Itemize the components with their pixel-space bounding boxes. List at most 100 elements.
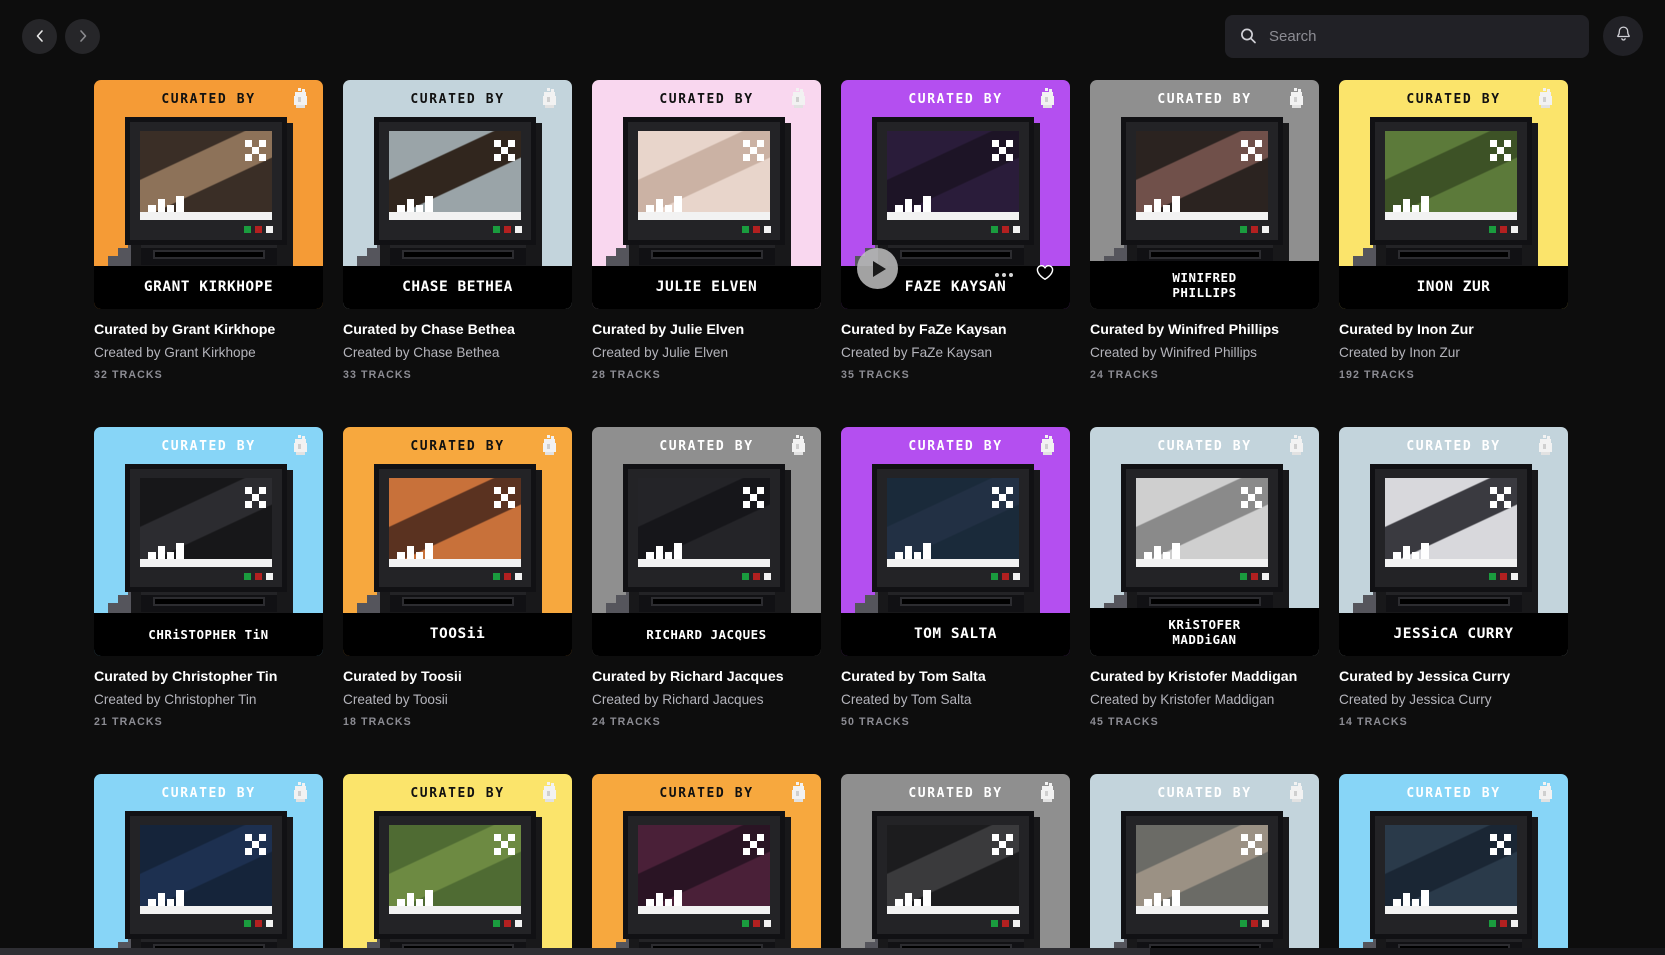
- playlist-card[interactable]: CURATED BY: [841, 774, 1070, 955]
- playlist-subtitle: Created by Toosii: [343, 692, 448, 707]
- playlist-track-count: 28 TRACKS: [592, 369, 661, 381]
- playlist-card[interactable]: CURATED BY: [94, 80, 323, 381]
- playlist-card[interactable]: CURATED BY: [1339, 774, 1568, 955]
- playlist-track-count: 21 TRACKS: [94, 716, 163, 728]
- playlist-card[interactable]: CURATED BY: [592, 427, 821, 728]
- curated-by-heading: CURATED BY: [1406, 92, 1501, 107]
- artist-photo: [389, 478, 521, 567]
- playlist-subtitle: Created by Winifred Phillips: [1090, 345, 1257, 360]
- playlist-subtitle: Created by Jessica Curry: [1339, 692, 1492, 707]
- playlist-subtitle: Created by Julie Elven: [592, 345, 729, 360]
- top-bar-actions: [1225, 14, 1643, 58]
- notifications-button[interactable]: [1603, 16, 1643, 56]
- playlist-card[interactable]: CURATED BY: [841, 80, 1070, 381]
- playlist-card[interactable]: CURATED BY: [1090, 80, 1319, 381]
- playlist-title: Curated by Chase Bethea: [343, 322, 515, 338]
- playlist-meta: Curated by Christopher Tin Created by Ch…: [94, 656, 323, 728]
- crt-monitor: [125, 811, 293, 955]
- curated-by-heading: CURATED BY: [1157, 439, 1252, 454]
- artist-photo: [638, 478, 770, 567]
- playlist-artwork[interactable]: CURATED BY: [94, 80, 323, 309]
- playlist-card[interactable]: CURATED BY: [343, 427, 572, 728]
- playlist-card[interactable]: CURATED BY: [1090, 427, 1319, 728]
- playlist-artwork[interactable]: CURATED BY: [592, 774, 821, 955]
- playlist-artwork[interactable]: CURATED BY: [592, 80, 821, 309]
- playlist-artwork[interactable]: CURATED BY: [1090, 774, 1319, 955]
- playlist-artwork[interactable]: CURATED BY: [1339, 427, 1568, 656]
- playlist-artwork[interactable]: CURATED BY: [343, 774, 572, 955]
- artist-photo: [1385, 825, 1517, 914]
- chevron-left-icon: [32, 28, 48, 44]
- playlist-track-count: 24 TRACKS: [592, 716, 661, 728]
- more-options-button[interactable]: [995, 273, 1013, 277]
- playlist-subtitle: Created by Inon Zur: [1339, 345, 1460, 360]
- pixel-flame-icon: [541, 435, 558, 456]
- status-leds: [991, 573, 1020, 580]
- playlist-meta: Curated by Tom Salta Created by Tom Salt…: [841, 656, 1070, 728]
- playlist-artwork[interactable]: CURATED BY: [343, 80, 572, 309]
- status-leds: [493, 920, 522, 927]
- playlist-subtitle: Created by Chase Bethea: [343, 345, 500, 360]
- playlist-scroll-area[interactable]: CURATED BY GRANT KIRKHOPE Curated by Gra…: [0, 72, 1665, 955]
- curated-by-heading: CURATED BY: [161, 439, 256, 454]
- crt-monitor: [1121, 464, 1289, 614]
- playlist-title: Curated by Christopher Tin: [94, 669, 278, 685]
- playlist-artwork[interactable]: CURATED BY: [1339, 774, 1568, 955]
- playlist-track-count: 192 TRACKS: [1339, 369, 1415, 381]
- playlist-artwork[interactable]: CURATED BY: [1339, 80, 1568, 309]
- playlist-artwork[interactable]: CURATED BY: [841, 80, 1070, 309]
- forward-button[interactable]: [65, 18, 100, 54]
- play-button[interactable]: [857, 248, 898, 289]
- playlist-track-count: 50 TRACKS: [841, 716, 910, 728]
- playlist-card[interactable]: CURATED BY: [841, 427, 1070, 728]
- playlist-card[interactable]: CURATED BY: [1339, 427, 1568, 728]
- playlist-artwork[interactable]: CURATED BY: [1090, 80, 1319, 309]
- playlist-card[interactable]: CURATED BY: [592, 80, 821, 381]
- artist-nameplate: TOM SALTA: [841, 613, 1070, 656]
- playlist-card[interactable]: CURATED BY: [343, 80, 572, 381]
- playlist-artwork[interactable]: CURATED BY: [592, 427, 821, 656]
- artist-photo: [887, 825, 1019, 914]
- pixel-flame-icon: [541, 782, 558, 803]
- horizontal-scrollbar[interactable]: [0, 948, 1665, 955]
- playlist-card[interactable]: CURATED BY: [94, 774, 323, 955]
- playlist-artwork[interactable]: CURATED BY: [343, 427, 572, 656]
- playlist-artwork[interactable]: CURATED BY: [1090, 427, 1319, 656]
- pixel-flame-icon: [790, 435, 807, 456]
- playlist-card[interactable]: CURATED BY: [592, 774, 821, 955]
- back-button[interactable]: [22, 18, 57, 54]
- playlist-artwork[interactable]: CURATED BY: [94, 427, 323, 656]
- curated-by-heading: CURATED BY: [1157, 786, 1252, 801]
- playlist-artwork[interactable]: CURATED BY: [841, 774, 1070, 955]
- artist-photo: [638, 131, 770, 220]
- crt-monitor: [374, 117, 542, 267]
- playlist-card[interactable]: CURATED BY: [94, 427, 323, 728]
- curated-by-heading: CURATED BY: [161, 92, 256, 107]
- pixel-flame-icon: [292, 88, 309, 109]
- heart-icon[interactable]: [1034, 261, 1056, 283]
- playlist-title: Curated by Tom Salta: [841, 669, 986, 685]
- playlist-subtitle: Created by Richard Jacques: [592, 692, 764, 707]
- status-leds: [493, 573, 522, 580]
- playlist-card[interactable]: CURATED BY: [343, 774, 572, 955]
- playlist-artwork[interactable]: CURATED BY: [841, 427, 1070, 656]
- playlist-card[interactable]: CURATED BY: [1339, 80, 1568, 381]
- crt-monitor: [1370, 117, 1538, 267]
- status-leds: [1489, 226, 1518, 233]
- playlist-grid: CURATED BY GRANT KIRKHOPE Curated by Gra…: [0, 72, 1665, 955]
- playlist-meta: Curated by Richard Jacques Created by Ri…: [592, 656, 821, 728]
- pixel-flame-icon: [1039, 782, 1056, 803]
- status-leds: [244, 573, 273, 580]
- search-input[interactable]: [1225, 14, 1589, 58]
- playlist-subtitle: Created by Christopher Tin: [94, 692, 257, 707]
- crt-monitor: [623, 464, 791, 614]
- artist-nameplate: JULIE ELVEN: [592, 266, 821, 309]
- playlist-card[interactable]: CURATED BY: [1090, 774, 1319, 955]
- artist-photo: [1136, 131, 1268, 220]
- scrollbar-thumb[interactable]: [0, 948, 1150, 955]
- playlist-subtitle: Created by FaZe Kaysan: [841, 345, 993, 360]
- pixel-flame-icon: [1288, 782, 1305, 803]
- artist-photo: [389, 825, 521, 914]
- curated-by-heading: CURATED BY: [410, 439, 505, 454]
- playlist-artwork[interactable]: CURATED BY: [94, 774, 323, 955]
